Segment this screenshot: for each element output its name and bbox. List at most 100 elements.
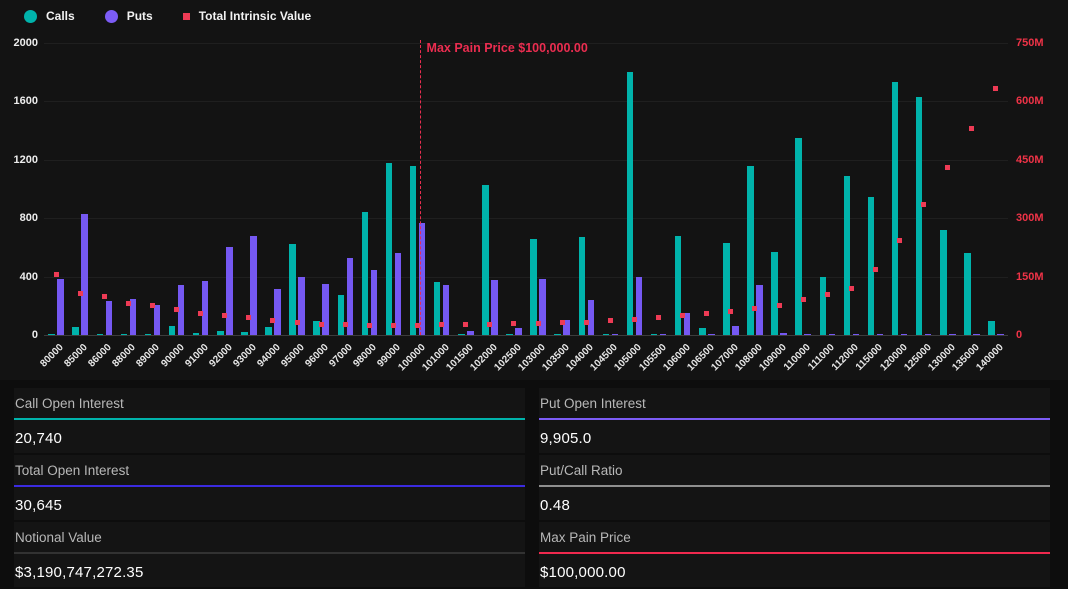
- intrinsic-value-marker[interactable]: [728, 309, 733, 314]
- calls-bar[interactable]: [338, 295, 345, 335]
- calls-bar[interactable]: [603, 334, 610, 335]
- intrinsic-value-marker[interactable]: [945, 165, 950, 170]
- legend-item-puts[interactable]: Puts: [105, 9, 153, 23]
- puts-bar[interactable]: [81, 214, 88, 335]
- puts-bar[interactable]: [636, 277, 643, 335]
- puts-bar[interactable]: [298, 277, 305, 335]
- puts-bar[interactable]: [467, 331, 474, 335]
- calls-bar[interactable]: [916, 97, 923, 335]
- intrinsic-value-marker[interactable]: [849, 286, 854, 291]
- calls-bar[interactable]: [458, 334, 465, 335]
- puts-bar[interactable]: [443, 285, 450, 335]
- calls-bar[interactable]: [482, 185, 489, 335]
- calls-bar[interactable]: [241, 332, 248, 335]
- calls-bar[interactable]: [627, 72, 634, 335]
- intrinsic-value-marker[interactable]: [102, 294, 107, 299]
- calls-bar[interactable]: [72, 327, 79, 335]
- intrinsic-value-marker[interactable]: [150, 303, 155, 308]
- intrinsic-value-marker[interactable]: [54, 272, 59, 277]
- intrinsic-value-marker[interactable]: [656, 315, 661, 320]
- calls-bar[interactable]: [145, 334, 152, 335]
- legend-item-total-intrinsic-value[interactable]: Total Intrinsic Value: [183, 9, 311, 23]
- calls-bar[interactable]: [386, 163, 393, 335]
- calls-bar[interactable]: [121, 334, 128, 335]
- intrinsic-value-marker[interactable]: [367, 323, 372, 328]
- intrinsic-value-marker[interactable]: [319, 322, 324, 327]
- puts-bar[interactable]: [588, 300, 595, 335]
- puts-bar[interactable]: [106, 301, 113, 335]
- calls-bar[interactable]: [169, 326, 176, 335]
- intrinsic-value-marker[interactable]: [439, 322, 444, 327]
- intrinsic-value-marker[interactable]: [632, 317, 637, 322]
- intrinsic-value-marker[interactable]: [704, 311, 709, 316]
- puts-bar[interactable]: [877, 334, 884, 335]
- calls-bar[interactable]: [506, 334, 513, 335]
- puts-bar[interactable]: [154, 305, 161, 335]
- intrinsic-value-marker[interactable]: [487, 322, 492, 327]
- calls-bar[interactable]: [771, 252, 778, 335]
- calls-bar[interactable]: [97, 334, 104, 335]
- calls-bar[interactable]: [892, 82, 899, 335]
- intrinsic-value-marker[interactable]: [873, 267, 878, 272]
- calls-bar[interactable]: [265, 327, 272, 335]
- calls-bar[interactable]: [48, 334, 55, 335]
- intrinsic-value-marker[interactable]: [511, 321, 516, 326]
- legend-item-calls[interactable]: Calls: [24, 9, 75, 23]
- calls-bar[interactable]: [795, 138, 802, 335]
- intrinsic-value-marker[interactable]: [993, 86, 998, 91]
- intrinsic-value-marker[interactable]: [897, 238, 902, 243]
- calls-bar[interactable]: [940, 230, 947, 335]
- puts-bar[interactable]: [322, 284, 329, 335]
- calls-bar[interactable]: [410, 166, 417, 335]
- intrinsic-value-marker[interactable]: [343, 322, 348, 327]
- intrinsic-value-marker[interactable]: [270, 318, 275, 323]
- calls-bar[interactable]: [988, 321, 995, 335]
- intrinsic-value-marker[interactable]: [608, 318, 613, 323]
- intrinsic-value-marker[interactable]: [391, 323, 396, 328]
- intrinsic-value-marker[interactable]: [463, 322, 468, 327]
- calls-bar[interactable]: [675, 236, 682, 335]
- puts-bar[interactable]: [612, 334, 619, 335]
- intrinsic-value-marker[interactable]: [752, 306, 757, 311]
- calls-bar[interactable]: [554, 334, 561, 335]
- puts-bar[interactable]: [949, 334, 956, 335]
- calls-bar[interactable]: [844, 176, 851, 335]
- calls-bar[interactable]: [217, 331, 224, 335]
- calls-bar[interactable]: [362, 212, 369, 335]
- puts-bar[interactable]: [901, 334, 908, 335]
- puts-bar[interactable]: [925, 334, 932, 335]
- intrinsic-value-marker[interactable]: [777, 303, 782, 308]
- puts-bar[interactable]: [829, 334, 836, 335]
- puts-bar[interactable]: [202, 281, 209, 335]
- puts-bar[interactable]: [853, 334, 860, 335]
- puts-bar[interactable]: [539, 279, 546, 335]
- intrinsic-value-marker[interactable]: [584, 320, 589, 325]
- puts-bar[interactable]: [780, 333, 787, 335]
- calls-bar[interactable]: [699, 328, 706, 335]
- puts-bar[interactable]: [226, 247, 233, 335]
- intrinsic-value-marker[interactable]: [126, 301, 131, 306]
- intrinsic-value-marker[interactable]: [560, 320, 565, 325]
- puts-bar[interactable]: [708, 334, 715, 335]
- puts-bar[interactable]: [57, 279, 64, 335]
- calls-bar[interactable]: [964, 253, 971, 335]
- puts-bar[interactable]: [804, 334, 811, 335]
- intrinsic-value-marker[interactable]: [825, 292, 830, 297]
- puts-bar[interactable]: [973, 334, 980, 335]
- calls-bar[interactable]: [193, 333, 200, 335]
- intrinsic-value-marker[interactable]: [198, 311, 203, 316]
- intrinsic-value-marker[interactable]: [969, 126, 974, 131]
- intrinsic-value-marker[interactable]: [78, 291, 83, 296]
- calls-bar[interactable]: [723, 243, 730, 335]
- puts-bar[interactable]: [732, 326, 739, 335]
- calls-bar[interactable]: [651, 334, 658, 335]
- calls-bar[interactable]: [868, 197, 875, 335]
- puts-bar[interactable]: [515, 328, 522, 335]
- intrinsic-value-marker[interactable]: [174, 307, 179, 312]
- intrinsic-value-marker[interactable]: [801, 297, 806, 302]
- intrinsic-value-marker[interactable]: [246, 315, 251, 320]
- puts-bar[interactable]: [274, 289, 281, 335]
- intrinsic-value-marker[interactable]: [295, 320, 300, 325]
- intrinsic-value-marker[interactable]: [921, 202, 926, 207]
- puts-bar[interactable]: [660, 334, 667, 335]
